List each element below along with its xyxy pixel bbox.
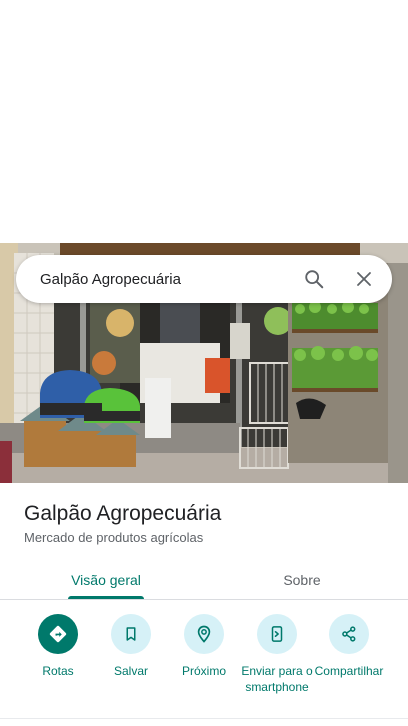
send-to-phone-icon (257, 614, 297, 654)
place-title: Galpão Agropecuária (24, 502, 222, 525)
map-blank-area (0, 0, 408, 243)
bookmark-icon (111, 614, 151, 654)
place-tabs: Visão geral Sobre (0, 560, 408, 600)
action-buttons-row: Rotas Salvar Próximo Enviar para o smart… (0, 614, 408, 714)
tab-about[interactable]: Sobre (250, 560, 354, 600)
tab-selected-indicator (68, 596, 144, 599)
send-to-phone-button[interactable]: Enviar para o smartphone (240, 614, 314, 695)
save-label: Salvar (113, 664, 148, 678)
close-icon[interactable] (344, 259, 384, 299)
share-label: Compartilhar (314, 664, 384, 678)
directions-icon (38, 614, 78, 654)
share-button[interactable]: Compartilhar (312, 614, 386, 679)
save-button[interactable]: Salvar (94, 614, 168, 679)
bottom-divider (0, 718, 408, 719)
nearby-label: Próximo (181, 664, 226, 678)
tab-overview[interactable]: Visão geral (52, 560, 160, 600)
search-bar[interactable]: Galpão Agropecuária (16, 255, 392, 303)
place-info: Galpão Agropecuária Mercado de produtos … (24, 499, 394, 546)
search-icon[interactable] (294, 259, 334, 299)
directions-button[interactable]: Rotas (21, 614, 95, 679)
share-icon (329, 614, 369, 654)
nearby-icon (184, 614, 224, 654)
nearby-button[interactable]: Próximo (167, 614, 241, 679)
directions-label: Rotas (42, 664, 74, 678)
place-category: Mercado de produtos agrícolas (24, 530, 204, 545)
search-query-text[interactable]: Galpão Agropecuária (16, 271, 294, 288)
send-to-phone-label: Enviar para o smartphone (241, 664, 313, 694)
